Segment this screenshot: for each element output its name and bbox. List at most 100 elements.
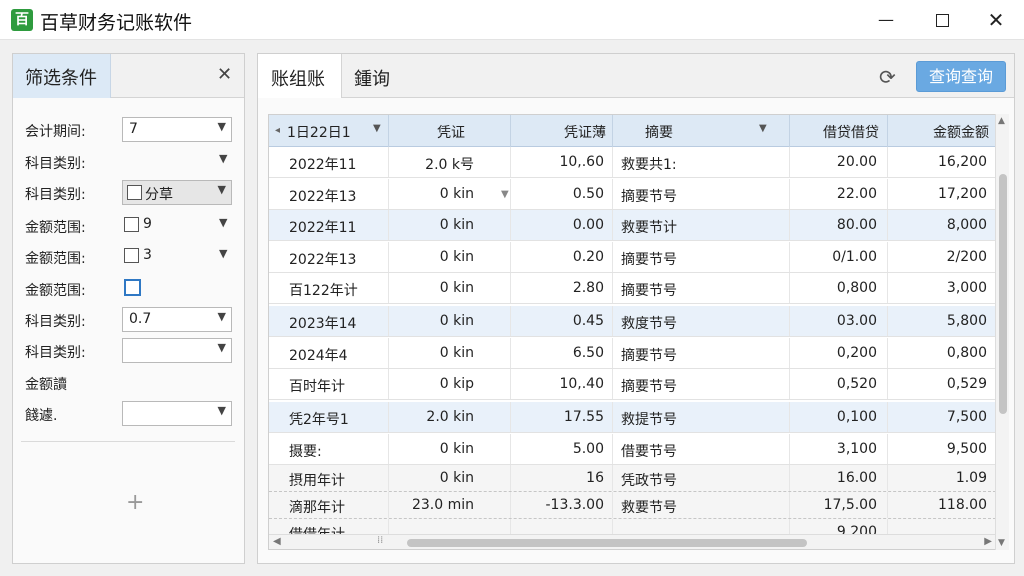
scrollbar-thumb[interactable] bbox=[999, 174, 1007, 414]
tab-ledger[interactable]: 账组账 bbox=[258, 54, 342, 98]
table-cell: 2022年13 bbox=[269, 242, 389, 272]
cell-text: 救要节计 bbox=[621, 220, 677, 236]
filter-label: 金额范围: bbox=[25, 251, 86, 267]
cell-text: 1.09 bbox=[955, 470, 987, 486]
table-row[interactable]: 摄要: 0 kin 5.00 借要节号 3,100 9,500 bbox=[269, 434, 996, 465]
chevron-down-icon: ▼ bbox=[217, 404, 226, 417]
column-header-date[interactable]: ◂ 1日22日1 ▼ bbox=[269, 115, 389, 147]
tab-filter-conditions[interactable]: 筛选条件 bbox=[13, 54, 111, 98]
table-row[interactable]: 2022年13 0 kin 0.50 摘要节号 22.00 17,200 ▼ bbox=[269, 179, 996, 210]
cell-text: 滴那年计 bbox=[289, 500, 345, 516]
period-select[interactable]: 7 ▼ bbox=[122, 117, 232, 142]
cell-text: 10,.40 bbox=[559, 376, 604, 392]
table-cell: 救提节号 bbox=[613, 402, 790, 432]
column-header-amount[interactable]: 金额金额 bbox=[888, 115, 996, 147]
cell-text: 0,529 bbox=[946, 376, 987, 392]
table-cell: 80.00 bbox=[790, 210, 888, 240]
cell-text: 0 kin bbox=[439, 186, 474, 202]
table-cell: 2/200 bbox=[888, 242, 996, 272]
table-cell: 3,000 bbox=[888, 273, 996, 303]
table-row[interactable]: 百时年计 0 kip 10,.40 摘要节号 0,520 0,529 bbox=[269, 369, 996, 400]
checkbox-label: 9 bbox=[143, 216, 152, 232]
table-cell: 0 kin bbox=[389, 306, 511, 336]
horizontal-scrollbar[interactable]: ◀ ⁞⁞ ▶ bbox=[269, 534, 996, 549]
filter-close-icon[interactable]: ✕ bbox=[217, 64, 232, 85]
cell-text: 20.00 bbox=[836, 154, 877, 170]
table-cell: 0.50 bbox=[511, 179, 613, 209]
filter-tab-label: 筛选条件 bbox=[25, 68, 97, 89]
table-cell: 2022年11 bbox=[269, 147, 389, 177]
minimize-button[interactable]: — bbox=[872, 6, 900, 34]
amount-checkbox[interactable] bbox=[124, 217, 139, 232]
window-title: 百草财务记账软件 bbox=[40, 12, 193, 34]
table-row[interactable]: 2023年14 0 kin 0.45 救度节号 03.00 5,800 bbox=[269, 306, 996, 337]
category-select[interactable]: 0.7 ▼ bbox=[122, 307, 232, 332]
chevron-down-icon[interactable]: ▼ bbox=[501, 189, 509, 200]
table-cell: 2.80 bbox=[511, 273, 613, 303]
cell-text: 22.00 bbox=[836, 186, 877, 202]
chevron-down-icon[interactable]: ▼ bbox=[219, 152, 227, 165]
cell-text: 2.80 bbox=[572, 280, 604, 296]
column-header-debit-credit[interactable]: 借贷借贷 bbox=[790, 115, 888, 147]
amount-checkbox[interactable] bbox=[124, 248, 139, 263]
cell-text: 0,800 bbox=[946, 345, 987, 361]
table-cell: 0 kin bbox=[389, 242, 511, 272]
filter-row: 金额范围: 9 ▼ bbox=[13, 213, 244, 239]
table-row[interactable]: 2022年11 0 kin 0.00 救要节计 80.00 8,000 bbox=[269, 210, 996, 241]
chevron-down-icon: ▼ bbox=[759, 123, 767, 134]
cell-text: 摄要: bbox=[289, 444, 322, 460]
table-cell: 17.55 bbox=[511, 402, 613, 432]
cell-text: 救提节号 bbox=[621, 412, 677, 428]
category-select[interactable]: 分草 ▼ bbox=[122, 180, 232, 205]
add-filter-icon[interactable]: + bbox=[126, 490, 144, 515]
shortcut-select[interactable]: ▼ bbox=[122, 401, 232, 426]
amount-checkbox[interactable] bbox=[124, 279, 141, 296]
tab-query[interactable]: 鍾询 bbox=[342, 54, 412, 98]
table-row[interactable]: 2024年4 0 kin 6.50 摘要节号 0,200 0,800 bbox=[269, 338, 996, 369]
table-cell: 03.00 bbox=[790, 306, 888, 336]
cell-text: 118.00 bbox=[938, 497, 987, 513]
cell-text: 7,500 bbox=[946, 409, 987, 425]
divider bbox=[21, 441, 235, 442]
column-header-voucher-book[interactable]: 凭证薄 bbox=[511, 115, 613, 147]
table-cell: 救度节号 bbox=[613, 306, 790, 336]
table-header: ◂ 1日22日1 ▼ 凭证 凭证薄 摘要 ▼ 借贷借贷 金额金额 bbox=[269, 115, 996, 147]
chevron-down-icon[interactable]: ▼ bbox=[219, 247, 227, 260]
cell-text: 2.0 kin bbox=[426, 409, 474, 425]
table-cell: 118.00 bbox=[888, 492, 996, 518]
column-header-summary[interactable]: 摘要 ▼ bbox=[613, 115, 790, 147]
table-row[interactable]: 2022年13 0 kin 0.20 摘要节号 0/1.00 2/200 bbox=[269, 242, 996, 273]
filter-label: 科目类别: bbox=[25, 187, 86, 203]
category-select[interactable]: ▼ bbox=[122, 338, 232, 363]
scroll-left-icon[interactable]: ◀ bbox=[273, 536, 281, 547]
chevron-down-icon[interactable]: ▼ bbox=[219, 216, 227, 229]
table-cell: 0 kin bbox=[389, 434, 511, 464]
table-cell: 2.0 kin bbox=[389, 402, 511, 432]
table-row[interactable]: 凭2年号1 2.0 kin 17.55 救提节号 0,100 7,500 bbox=[269, 402, 996, 433]
close-window-button[interactable]: ✕ bbox=[982, 6, 1010, 34]
column-header-voucher[interactable]: 凭证 bbox=[389, 115, 511, 147]
table-cell: 2024年4 bbox=[269, 338, 389, 368]
cell-text: 0.45 bbox=[572, 313, 604, 329]
table-row[interactable]: 百122年计 0 kin 2.80 摘要节号 0,800 3,000 bbox=[269, 273, 996, 304]
scroll-up-icon[interactable]: ▲ bbox=[998, 116, 1005, 126]
table-cell: 摘要节号 bbox=[613, 369, 790, 399]
scroll-right-icon[interactable]: ▶ bbox=[984, 536, 992, 547]
vertical-scrollbar[interactable]: ▲ ▼ bbox=[995, 114, 1009, 550]
query-button[interactable]: 查询查询 bbox=[916, 61, 1006, 92]
maximize-button[interactable] bbox=[928, 6, 956, 34]
cell-text: 0/1.00 bbox=[832, 249, 877, 265]
checkbox[interactable] bbox=[127, 185, 142, 200]
table-row[interactable]: 2022年11 2.0 k号 10,.60 救要共1: 20.00 16,200 bbox=[269, 147, 996, 178]
cell-text: 16.00 bbox=[836, 470, 877, 486]
column-header-label: 1日22日1 bbox=[287, 125, 351, 141]
cell-text: 17,5.00 bbox=[823, 497, 877, 513]
cell-text: 2022年11 bbox=[289, 157, 357, 173]
scroll-down-icon[interactable]: ▼ bbox=[998, 538, 1005, 548]
table-cell: 7,500 bbox=[888, 402, 996, 432]
table-cell: 0 kin bbox=[389, 210, 511, 240]
scrollbar-thumb[interactable] bbox=[407, 539, 807, 547]
filter-panel: 筛选条件 ✕ 会计期间: 7 ▼ 科目类别: ▼ 科目类别: 分草 ▼ 金额范围… bbox=[12, 53, 245, 564]
cell-text: 6.50 bbox=[572, 345, 604, 361]
refresh-icon[interactable]: ⟳ bbox=[879, 65, 896, 89]
